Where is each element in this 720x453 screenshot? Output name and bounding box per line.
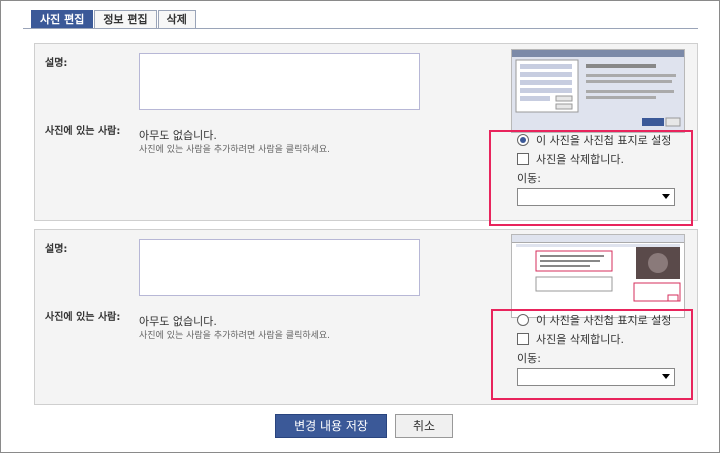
caption-input[interactable] — [139, 53, 420, 110]
tab-bar: 사진 편집 정보 편집 삭제 — [31, 10, 197, 28]
save-changes-button[interactable]: 변경 내용 저장 — [275, 414, 387, 438]
people-label: 사진에 있는 사람: — [45, 126, 121, 137]
people-none-text: 아무도 없습니다. — [139, 129, 217, 142]
tab-edit-info[interactable]: 정보 편집 — [94, 10, 157, 28]
highlight-box-1 — [489, 130, 693, 226]
people-none-text: 아무도 없습니다. — [139, 315, 217, 328]
photo-thumbnail[interactable] — [511, 234, 685, 318]
tab-edit-photos[interactable]: 사진 편집 — [31, 10, 94, 28]
caption-input[interactable] — [139, 239, 420, 296]
caption-label: 설명: — [45, 244, 68, 255]
tab-divider — [23, 28, 698, 29]
people-label: 사진에 있는 사람: — [45, 312, 121, 323]
thumbnail-image — [515, 59, 681, 127]
highlight-box-2 — [491, 309, 693, 400]
tab-delete[interactable]: 삭제 — [157, 10, 196, 28]
cancel-button[interactable]: 취소 — [395, 414, 453, 438]
thumbnail-image — [512, 235, 684, 317]
people-hint-text: 사진에 있는 사람을 추가하려면 사람을 클릭하세요. — [139, 145, 331, 155]
photo-thumbnail[interactable] — [511, 49, 685, 133]
caption-label: 설명: — [45, 58, 68, 69]
people-hint-text: 사진에 있는 사람을 추가하려면 사람을 클릭하세요. — [139, 331, 331, 341]
photo-edit-panel: 사진 편집 정보 편집 삭제 설명: 사진에 있는 사람: 아무도 없습니다. … — [0, 0, 720, 453]
